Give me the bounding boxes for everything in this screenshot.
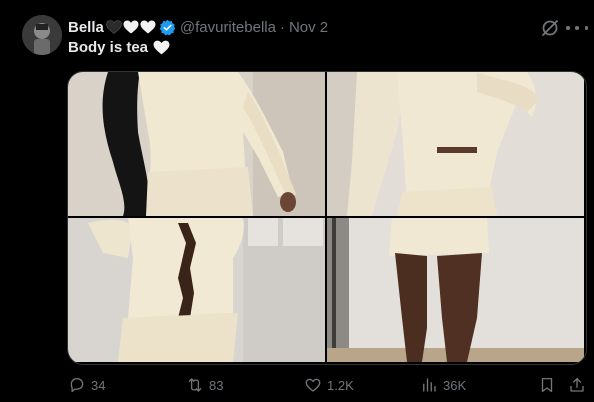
avatar[interactable] bbox=[22, 15, 62, 55]
views-button[interactable]: 36K bbox=[420, 374, 466, 396]
action-bar: 34 83 1.2K 36K bbox=[68, 374, 594, 396]
photo-3-image bbox=[68, 218, 325, 362]
reply-count: 34 bbox=[91, 377, 106, 393]
share-icon bbox=[570, 377, 584, 392]
reply-icon bbox=[70, 377, 84, 393]
like-count: 1.2K bbox=[327, 377, 354, 393]
name-hearts bbox=[105, 20, 156, 34]
separator-dot: · bbox=[279, 18, 285, 36]
photo-3[interactable] bbox=[68, 218, 325, 362]
grok-icon[interactable] bbox=[540, 18, 560, 38]
reply-button[interactable]: 34 bbox=[68, 374, 105, 396]
views-icon bbox=[423, 378, 436, 392]
post-header: Bella @favuritebella · Nov 2 bbox=[68, 17, 594, 37]
white-heart-emoji bbox=[123, 20, 139, 34]
repost-count: 83 bbox=[209, 377, 224, 393]
like-button[interactable]: 1.2K bbox=[304, 374, 354, 396]
verified-badge-icon bbox=[159, 19, 176, 35]
photo-2-image bbox=[327, 72, 584, 216]
post-text-content: Body is tea bbox=[68, 39, 149, 56]
avatar-image bbox=[22, 15, 62, 55]
photo-4[interactable] bbox=[327, 218, 584, 362]
repost-button[interactable]: 83 bbox=[186, 374, 223, 396]
post-text: Body is tea bbox=[68, 39, 170, 56]
handle[interactable]: @favuritebella bbox=[180, 19, 276, 36]
photo-1[interactable] bbox=[68, 72, 325, 216]
repost-icon bbox=[188, 378, 202, 392]
photo-1-image bbox=[68, 72, 325, 216]
display-name[interactable]: Bella bbox=[68, 19, 104, 36]
like-icon bbox=[305, 378, 321, 392]
bookmark-button[interactable] bbox=[538, 374, 556, 396]
photo-2[interactable] bbox=[327, 72, 584, 216]
black-heart-emoji bbox=[106, 20, 122, 34]
more-icon[interactable] bbox=[566, 18, 588, 38]
bookmark-icon bbox=[541, 377, 553, 393]
white-heart-emoji bbox=[140, 20, 156, 34]
white-heart-emoji bbox=[153, 40, 170, 55]
views-count: 36K bbox=[443, 377, 467, 393]
photo-4-image bbox=[327, 218, 584, 362]
share-button[interactable] bbox=[568, 374, 586, 396]
post-date[interactable]: Nov 2 bbox=[289, 19, 328, 36]
media-grid bbox=[67, 71, 587, 365]
